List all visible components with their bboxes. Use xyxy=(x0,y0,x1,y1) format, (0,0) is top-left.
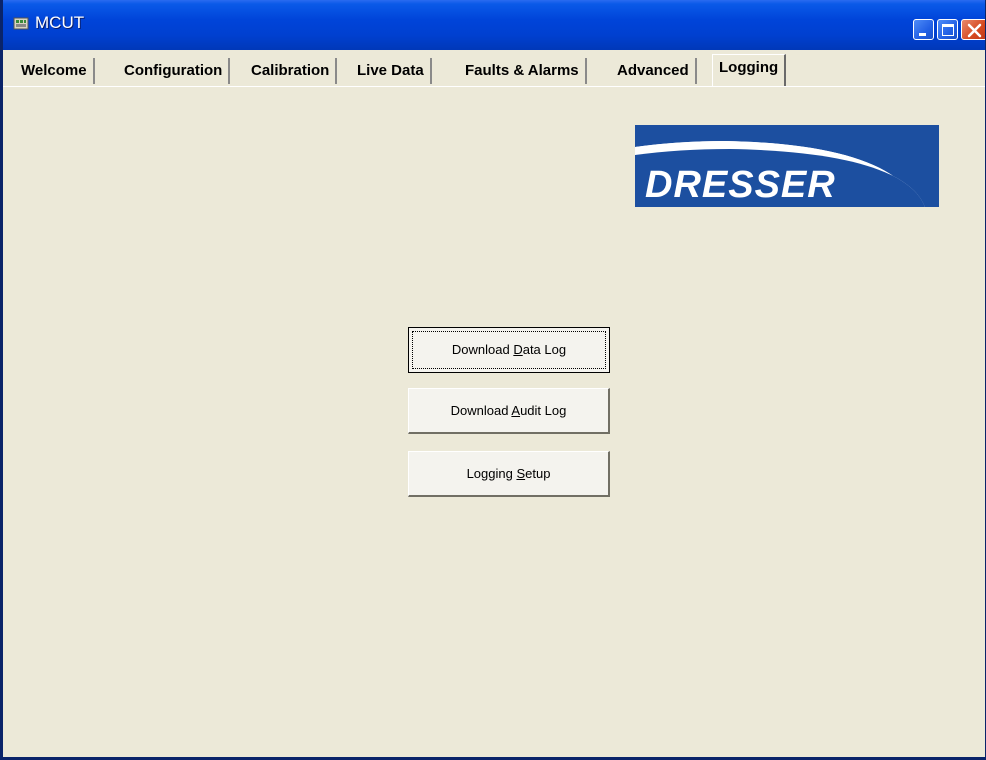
tab-configuration[interactable]: Configuration xyxy=(118,58,231,84)
button-label: udit Log xyxy=(520,403,567,418)
minimize-button[interactable] xyxy=(913,19,934,40)
app-icon xyxy=(13,17,29,30)
close-button[interactable] xyxy=(961,19,985,40)
maximize-icon xyxy=(942,24,954,36)
button-label: Logging xyxy=(466,466,517,481)
maximize-button[interactable] xyxy=(937,19,958,40)
download-data-log-button[interactable]: Download Data Log xyxy=(408,327,610,373)
logging-setup-button[interactable]: Logging Setup xyxy=(408,451,610,497)
focus-rectangle xyxy=(412,331,606,369)
button-label: Download xyxy=(450,403,512,418)
tab-logging[interactable]: Logging xyxy=(712,54,787,86)
tab-live-data[interactable]: Live Data xyxy=(351,58,432,84)
title-bar[interactable]: MCUT xyxy=(3,0,985,50)
tab-faults-alarms[interactable]: Faults & Alarms xyxy=(459,58,587,84)
tab-strip: Welcome Configuration Calibration Live D… xyxy=(3,54,985,86)
logo-text: DRESSER xyxy=(645,164,836,206)
download-audit-log-button[interactable]: Download Audit Log xyxy=(408,388,610,434)
close-icon xyxy=(967,23,982,38)
tab-divider xyxy=(3,86,985,87)
button-label: etup xyxy=(525,466,551,481)
button-mnemonic: A xyxy=(511,403,521,418)
dresser-logo: DRESSER xyxy=(635,125,939,207)
minimize-icon xyxy=(919,33,926,36)
button-mnemonic: S xyxy=(516,466,526,481)
tab-calibration[interactable]: Calibration xyxy=(245,58,338,84)
tab-advanced[interactable]: Advanced xyxy=(611,58,697,84)
app-window: MCUT Welcome Configuration Calibration L… xyxy=(0,0,986,760)
window-title: MCUT xyxy=(35,13,85,32)
tab-welcome[interactable]: Welcome xyxy=(15,58,95,84)
